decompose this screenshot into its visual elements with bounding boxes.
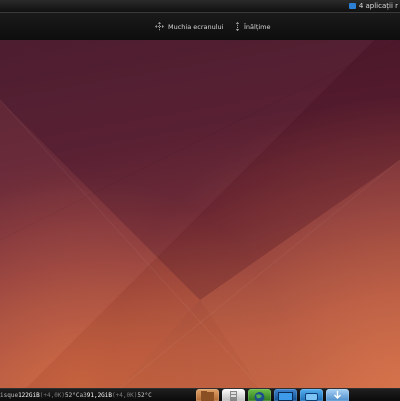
running-apps-label: 4 aplicații r <box>358 1 398 10</box>
desktop-wallpaper <box>0 40 400 388</box>
bottom-panel: isque 122GiB (+4,0K) 52°C a3 91,2GiB (+4… <box>0 388 400 401</box>
screen-edge-label: Muchia ecranului <box>168 22 224 31</box>
move-cross-icon <box>155 22 164 31</box>
installer-icon[interactable] <box>326 389 349 401</box>
disk-status-readout: isque 122GiB (+4,0K) 52°C a3 91,2GiB (+4… <box>0 390 152 400</box>
vertical-resize-icon <box>236 22 239 31</box>
disk-io: (+4,0K) <box>39 391 66 399</box>
folder-icon[interactable] <box>196 389 219 401</box>
height-label: Înălțime <box>244 22 271 31</box>
app-window-icon <box>348 2 356 9</box>
dock <box>196 389 349 401</box>
disk-temp: 52°C <box>137 391 152 399</box>
resize-toolbar: Muchia ecranului Înălțime <box>0 13 400 40</box>
disk-size: 122GiB <box>18 391 40 399</box>
screen-edge-option[interactable]: Muchia ecranului <box>155 22 223 31</box>
archive-icon[interactable] <box>222 389 245 401</box>
wallpaper-facets <box>0 40 400 388</box>
disk-label: isque <box>0 391 19 399</box>
disk-temp: 52°C <box>65 391 80 399</box>
globe-icon[interactable] <box>248 389 271 401</box>
top-bar: 4 aplicații r <box>0 0 400 13</box>
disk-size: 91,2GiB <box>86 391 113 399</box>
disk-label: a3 <box>79 391 87 399</box>
running-apps-notice[interactable]: 4 aplicații r <box>346 0 400 11</box>
disk-io: (+4,0K) <box>112 391 138 399</box>
display-icon[interactable] <box>300 389 323 401</box>
height-option[interactable]: Înălțime <box>235 22 271 31</box>
monitor-icon[interactable] <box>274 389 297 401</box>
